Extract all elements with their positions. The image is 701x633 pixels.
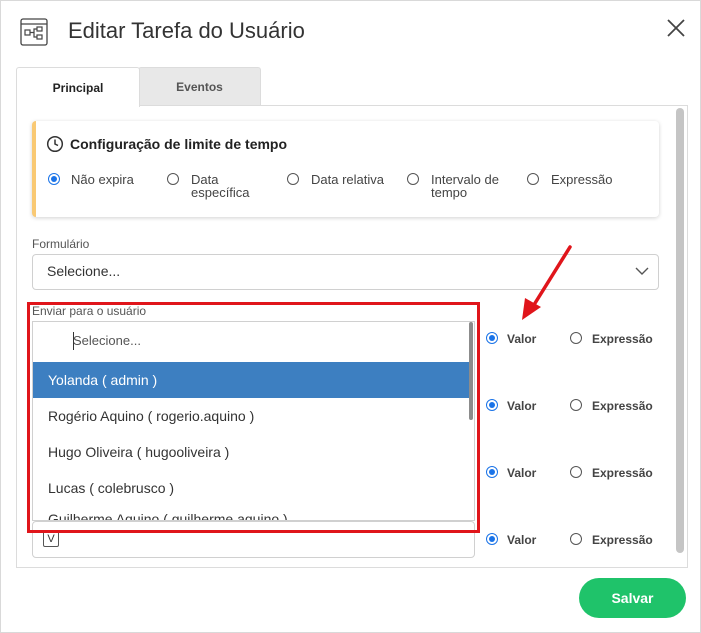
- panel-scrollbar[interactable]: [676, 108, 684, 553]
- radio-expressao-3[interactable]: [570, 466, 582, 478]
- radio-label-expressao-4: Expressão: [592, 533, 653, 547]
- radio-valor-3[interactable]: [486, 466, 498, 478]
- radio-label-intervalo-2: tempo: [431, 185, 468, 200]
- value-input[interactable]: [32, 521, 475, 558]
- close-icon[interactable]: [664, 16, 688, 40]
- tab-eventos[interactable]: Eventos: [138, 67, 261, 106]
- radio-label-expressao-2: Expressão: [592, 399, 653, 413]
- dialog-title: Editar Tarefa do Usuário: [68, 18, 305, 43]
- send-to-label: Enviar para o usuário: [32, 304, 147, 318]
- user-option-selected[interactable]: Yolanda ( admin ): [33, 362, 471, 398]
- radio-expressao-2[interactable]: [570, 399, 582, 411]
- radio-label-valor-4: Valor: [507, 533, 537, 547]
- radio-label-data-relativa: Data relativa: [311, 172, 384, 187]
- workflow-icon: [20, 18, 48, 46]
- time-limit-title: Configuração de limite de tempo: [70, 136, 288, 152]
- variable-icon[interactable]: V: [43, 531, 59, 547]
- clock-icon: [46, 135, 64, 153]
- user-option[interactable]: Hugo Oliveira ( hugooliveira ): [33, 434, 471, 470]
- radio-expressao-1[interactable]: [570, 332, 582, 344]
- dropdown-clip: Guilherme Aquino ( guilherme.aquino ): [33, 506, 471, 520]
- radio-label-expressao-3: Expressão: [592, 466, 653, 480]
- radio-label-valor-3: Valor: [507, 466, 537, 480]
- radio-intervalo-de-tempo[interactable]: [407, 173, 419, 185]
- radio-label-valor-1: Valor: [507, 332, 537, 346]
- user-option[interactable]: Rogério Aquino ( rogerio.aquino ): [33, 398, 471, 434]
- tab-principal[interactable]: Principal: [16, 67, 140, 107]
- form-field-label: Formulário: [32, 237, 90, 251]
- radio-valor-1[interactable]: [486, 332, 498, 344]
- save-button[interactable]: Salvar: [579, 578, 686, 618]
- radio-expressao-4[interactable]: [570, 533, 582, 545]
- radio-label-nao-expira: Não expira: [71, 172, 134, 187]
- radio-expressao[interactable]: [527, 173, 539, 185]
- user-option[interactable]: Guilherme Aquino ( guilherme.aquino ): [33, 512, 471, 520]
- annotation-arrow-icon: [522, 245, 572, 320]
- radio-valor-2[interactable]: [486, 399, 498, 411]
- radio-label-data-especifica-2: específica: [191, 185, 250, 200]
- radio-data-especifica[interactable]: [167, 173, 179, 185]
- radio-label-valor-2: Valor: [507, 399, 537, 413]
- radio-label-expressao-1: Expressão: [592, 332, 653, 346]
- chevron-down-icon: [635, 267, 649, 275]
- radio-label-expressao: Expressão: [551, 172, 613, 187]
- user-search-input[interactable]: Selecione...: [73, 333, 141, 348]
- radio-nao-expira[interactable]: [48, 173, 60, 185]
- user-option[interactable]: Lucas ( colebrusco ): [33, 470, 471, 506]
- form-select-value: Selecione...: [47, 263, 121, 279]
- radio-valor-4[interactable]: [486, 533, 498, 545]
- dropdown-scrollbar[interactable]: [469, 322, 473, 420]
- radio-data-relativa[interactable]: [287, 173, 299, 185]
